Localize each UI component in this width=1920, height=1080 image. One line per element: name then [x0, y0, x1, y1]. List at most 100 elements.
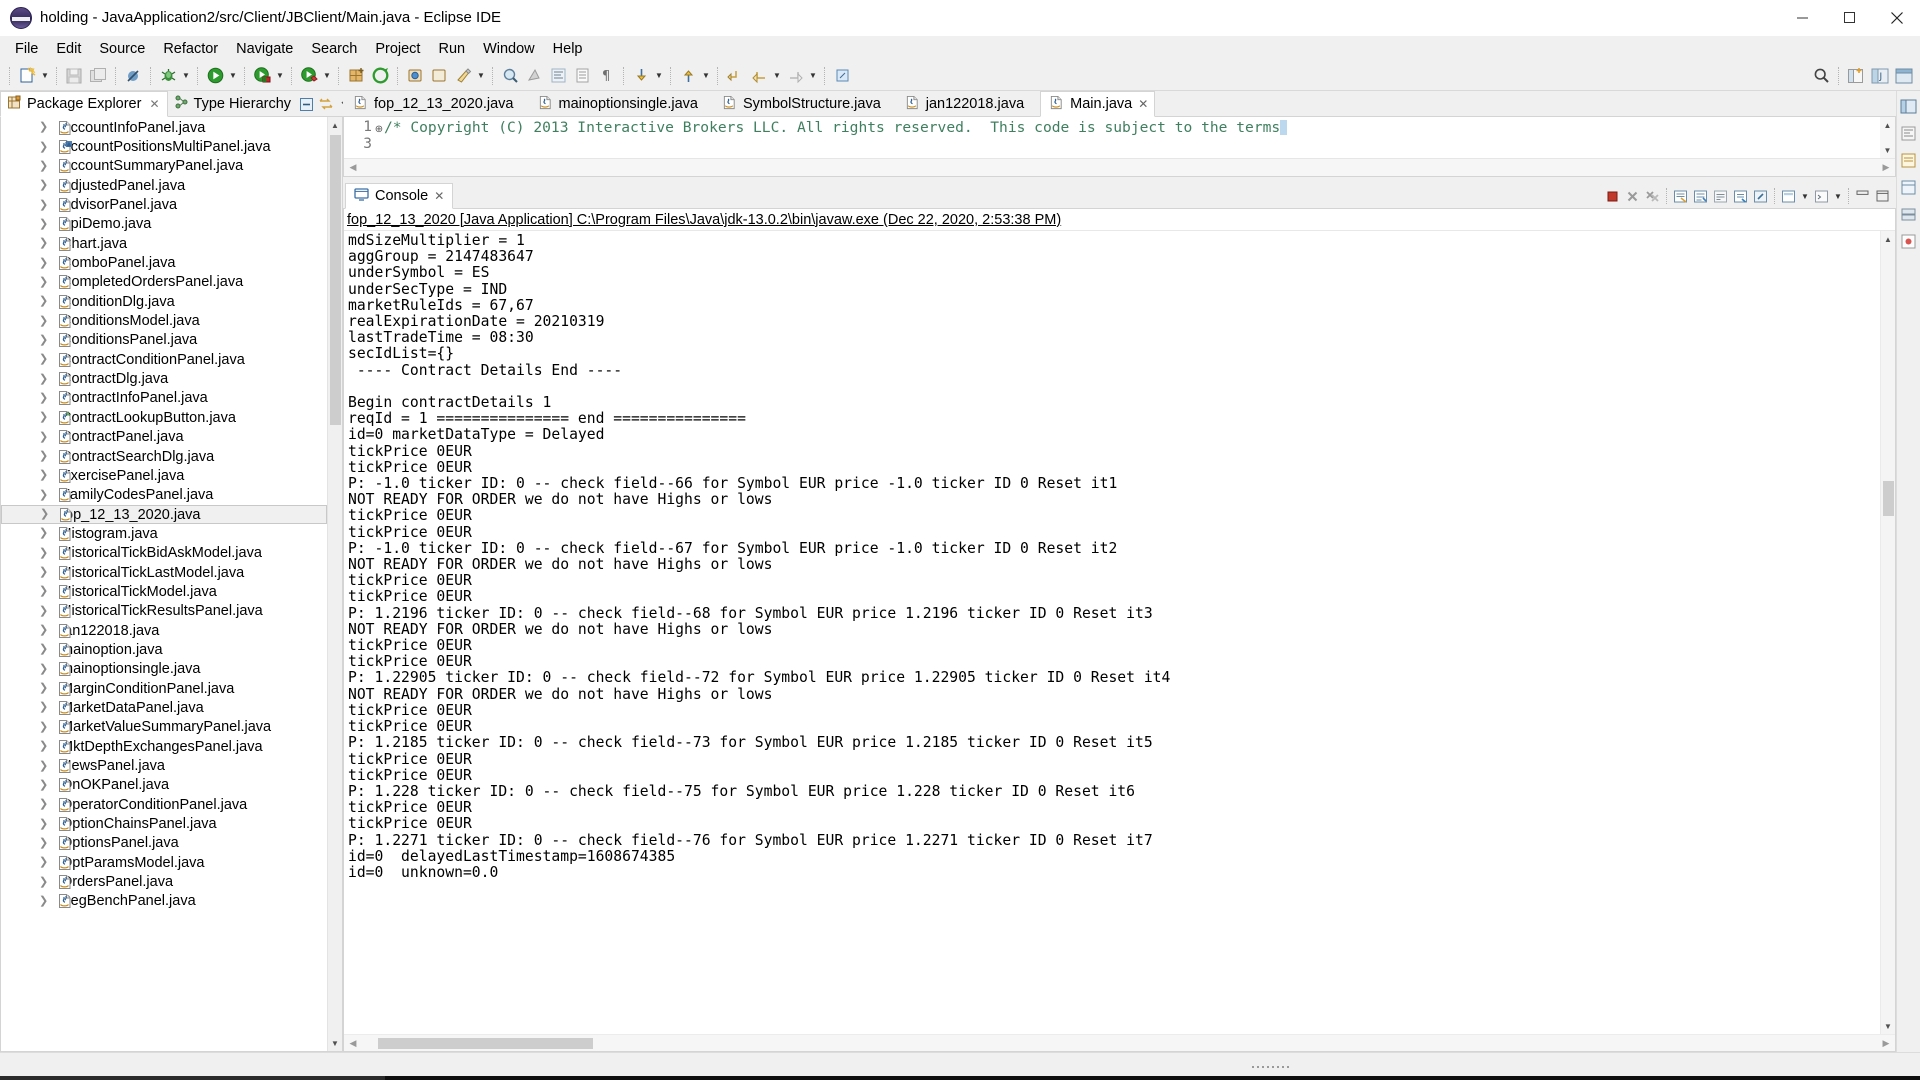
chevron-right-icon[interactable]: ❯ — [39, 799, 50, 810]
scroll-down-arrow-icon[interactable]: ▼ — [328, 1035, 343, 1051]
tree-item-AdvisorPanel-java[interactable]: ❯ AdvisorPanel.java — [1, 195, 327, 214]
tree-item-OperatorConditionPanel-java[interactable]: ❯ OperatorConditionPanel.java — [1, 795, 327, 814]
console-scroll-thumb[interactable] — [1883, 481, 1894, 516]
tab-console[interactable]: Console ✕ — [345, 183, 454, 209]
chevron-right-icon[interactable]: ❯ — [39, 586, 50, 597]
open-console-dropdown-arrow[interactable]: ▼ — [1832, 185, 1844, 207]
tree-item-ComboPanel-java[interactable]: ❯ ComboPanel.java — [1, 253, 327, 272]
tree-item-ContractSearchDlg-java[interactable]: ❯ ContractSearchDlg.java — [1, 447, 327, 466]
pin-console-icon[interactable] — [1751, 187, 1770, 206]
tree-item-OptionsPanel-java[interactable]: ❯ OptionsPanel.java — [1, 834, 327, 853]
tree-item-AdjustedPanel-java[interactable]: ❯ AdjustedPanel.java — [1, 176, 327, 195]
menu-run[interactable]: Run — [429, 39, 474, 59]
chevron-right-icon[interactable]: ❯ — [39, 141, 50, 153]
scroll-up-arrow-icon[interactable]: ▲ — [1881, 231, 1896, 247]
tree-item-HistoricalTickModel-java[interactable]: ❯ HistoricalTickModel.java — [1, 582, 327, 601]
tree-item-ConditionsModel-java[interactable]: ❯ ConditionsModel.java — [1, 311, 327, 330]
console-hscroll-thumb[interactable] — [378, 1038, 593, 1049]
tree-item-mainoption-java[interactable]: ❯ mainoption.java — [1, 640, 327, 659]
java-ee-perspective-icon[interactable] — [1893, 65, 1915, 87]
chevron-right-icon[interactable]: ❯ — [39, 257, 50, 269]
maximize-icon[interactable] — [1873, 187, 1892, 206]
tree-item-ConditionDlg-java[interactable]: ❯ ConditionDlg.java — [1, 292, 327, 311]
scroll-up-arrow-icon[interactable]: ▲ — [328, 117, 343, 133]
minimize-icon[interactable] — [1779, 0, 1826, 36]
tree-item-CompletedOrdersPanel-java[interactable]: ❯ CompletedOrdersPanel.java — [1, 273, 327, 292]
save-icon[interactable] — [63, 65, 85, 87]
word-wrap-icon[interactable] — [1711, 187, 1730, 206]
close-icon[interactable] — [1873, 0, 1920, 36]
next-annotation-arrow[interactable]: ▼ — [653, 65, 665, 87]
code-text[interactable]: /* Copyright (C) 2013 Interactive Broker… — [384, 117, 1880, 158]
tree-item-OnOKPanel-java[interactable]: ❯ OnOKPanel.java — [1, 776, 327, 795]
chevron-right-icon[interactable]: ❯ — [39, 760, 50, 772]
coverage-dropdown-arrow[interactable]: ▼ — [274, 65, 286, 87]
pin-editor-icon[interactable] — [831, 65, 853, 87]
run-dropdown-arrow[interactable]: ▼ — [227, 65, 239, 87]
chevron-right-icon[interactable]: ❯ — [39, 625, 50, 636]
tree-item-OrdersPanel-java[interactable]: ❯ OrdersPanel.java — [1, 872, 327, 891]
tree-scroll-thumb[interactable] — [330, 135, 341, 425]
display-selected-console-icon[interactable] — [1779, 187, 1798, 206]
collapse-all-icon[interactable] — [298, 96, 314, 112]
chevron-right-icon[interactable]: ❯ — [39, 392, 50, 404]
tree-item-fop_12_13_2020-java[interactable]: ❯ fop_12_13_2020.java — [1, 504, 327, 525]
tree-item-MarginConditionPanel-java[interactable]: ❯ MarginConditionPanel.java — [1, 679, 327, 698]
chevron-right-icon[interactable]: ❯ — [39, 528, 50, 539]
scroll-right-arrow-icon[interactable]: ▶ — [1877, 1035, 1895, 1052]
scroll-down-arrow-icon[interactable]: ▼ — [1881, 1018, 1896, 1034]
chevron-right-icon[interactable]: ❯ — [39, 180, 50, 191]
tree-item-MktDepthExchangesPanel-java[interactable]: ❯ MktDepthExchangesPanel.java — [1, 737, 327, 756]
scroll-left-arrow-icon[interactable]: ◀ — [344, 159, 362, 176]
tree-item-PegBenchPanel-java[interactable]: ❯ PegBenchPanel.java — [1, 892, 327, 911]
chevron-right-icon[interactable]: ❯ — [39, 547, 50, 559]
clear-console-icon[interactable] — [1671, 187, 1690, 206]
new-java-project-icon[interactable] — [345, 65, 367, 87]
terminate-icon[interactable] — [1603, 187, 1622, 206]
new-dropdown-arrow[interactable]: ▼ — [39, 65, 51, 87]
run-icon[interactable] — [204, 65, 226, 87]
tab-type-hierarchy[interactable]: Type Hierarchy — [168, 91, 299, 117]
previous-annotation-arrow[interactable]: ▼ — [700, 65, 712, 87]
scroll-left-arrow-icon[interactable]: ◀ — [344, 1035, 362, 1052]
editor-tab-jan122018-java[interactable]: jan122018.java — [897, 91, 1040, 117]
console-output-text[interactable]: mdSizeMultiplier = 1 aggGroup = 21474836… — [344, 231, 1880, 1034]
debug-dropdown-arrow[interactable]: ▼ — [180, 65, 192, 87]
external-tools-icon[interactable] — [298, 65, 320, 87]
scroll-right-arrow-icon[interactable]: ▶ — [1877, 159, 1895, 176]
back-icon[interactable] — [748, 65, 770, 87]
properties-rail-icon[interactable] — [1900, 178, 1918, 196]
forward-dropdown-arrow[interactable]: ▼ — [807, 65, 819, 87]
tree-item-ContractPanel-java[interactable]: ❯ ContractPanel.java — [1, 428, 327, 447]
tree-item-AccountPositionsMultiPanel-java[interactable]: ❯ AccountPositionsMultiPanel.java — [1, 137, 327, 156]
editor-horizontal-scrollbar[interactable]: ◀ ▶ — [344, 158, 1895, 176]
new-interface-icon[interactable] — [428, 65, 450, 87]
fold-column[interactable]: ⊕ — [374, 117, 384, 158]
tree-item-FamilyCodesPanel-java[interactable]: ❯ FamilyCodesPanel.java — [1, 486, 327, 505]
tree-item-ContractDlg-java[interactable]: ❯ ContractDlg.java — [1, 369, 327, 388]
back-dropdown-arrow[interactable]: ▼ — [771, 65, 783, 87]
chevron-right-icon[interactable]: ❯ — [39, 451, 50, 462]
tree-item-MarketValueSummaryPanel-java[interactable]: ❯ MarketValueSummaryPanel.java — [1, 718, 327, 737]
open-type-icon[interactable] — [499, 65, 521, 87]
servers-rail-icon[interactable] — [1900, 205, 1918, 223]
tree-item-ContractInfoPanel-java[interactable]: ❯ ContractInfoPanel.java — [1, 389, 327, 408]
close-icon[interactable]: ✕ — [434, 189, 444, 203]
tree-item-AccountSummaryPanel-java[interactable]: ❯ AccountSummaryPanel.java — [1, 157, 327, 176]
chevron-right-icon[interactable]: ❯ — [39, 412, 50, 423]
show-whitespace-icon[interactable] — [571, 65, 593, 87]
tree-vertical-scrollbar[interactable]: ▲ ▼ — [327, 117, 342, 1051]
console-horizontal-scrollbar[interactable]: ◀ ▶ — [344, 1034, 1895, 1051]
close-icon[interactable]: ✕ — [149, 97, 159, 111]
chevron-right-icon[interactable]: ❯ — [39, 702, 50, 713]
java-perspective-icon[interactable]: J — [1869, 65, 1891, 87]
tree-item-jan122018-java[interactable]: ❯ jan122018.java — [1, 621, 327, 640]
chevron-right-icon[interactable]: ❯ — [39, 683, 50, 694]
chevron-right-icon[interactable]: ❯ — [39, 199, 50, 211]
chevron-right-icon[interactable]: ❯ — [39, 276, 50, 288]
chevron-right-icon[interactable]: ❯ — [40, 509, 51, 520]
chevron-right-icon[interactable]: ❯ — [39, 605, 50, 617]
tree-item-ApiDemo-java[interactable]: ❯ ApiDemo.java — [1, 215, 327, 234]
chevron-right-icon[interactable]: ❯ — [39, 857, 50, 868]
tree-item-ExercisePanel-java[interactable]: ❯ ExercisePanel.java — [1, 466, 327, 485]
